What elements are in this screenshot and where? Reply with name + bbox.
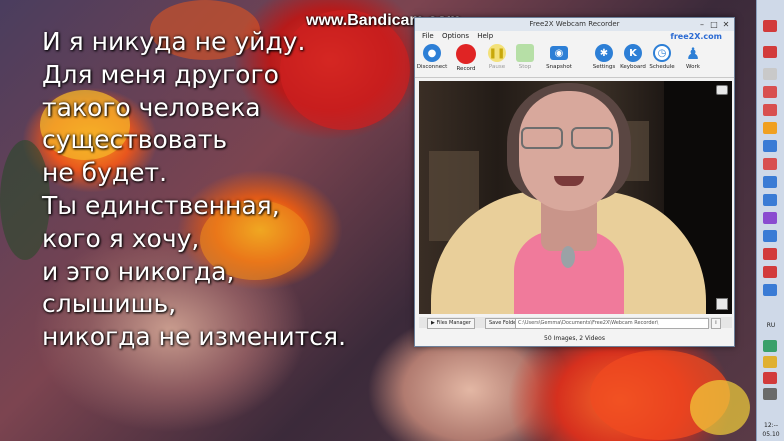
preview-snapshot-button[interactable] [716,85,728,95]
app-icon[interactable] [763,122,777,134]
lyrics-line: кого я хочу, [42,223,200,253]
app-icon[interactable] [763,68,777,80]
app-icon[interactable] [763,86,777,98]
keyboard-button[interactable]: K Keyboard [617,44,649,70]
flower-decoration [690,380,750,435]
lyrics-line: Для меня другого [42,59,279,89]
person-icon: ♟ [685,43,701,63]
record-button[interactable]: Record [450,44,482,72]
app-icon[interactable] [763,230,777,242]
tray-icon[interactable] [763,372,777,384]
language-indicator[interactable]: RU [759,322,783,329]
keyboard-icon: K [624,44,642,62]
app-icon[interactable] [763,46,777,58]
stop-icon [516,44,534,62]
app-icon[interactable] [763,194,777,206]
taskbar: RU 12:-- 05.10 [756,0,784,441]
necklace [561,246,575,268]
record-icon [456,44,476,64]
app-icon[interactable] [763,266,777,278]
app-icon[interactable] [763,140,777,152]
webcam-icon: ● [423,44,441,62]
date: 05.10 [762,431,780,438]
settings-button[interactable]: ✱ Settings [588,44,620,70]
lyrics-line: существовать [42,125,228,155]
lyrics-line: не будет. [42,158,168,188]
files-manager-button[interactable]: ▶ Files Manager [427,318,475,329]
info-icon[interactable]: i [711,318,721,329]
app-icon[interactable] [763,212,777,224]
schedule-button[interactable]: ◷ Schedule [646,44,678,70]
lyrics-line: слышишь, [42,289,177,319]
window-titlebar[interactable]: Free2X Webcam Recorder – □ ✕ [415,18,734,31]
schedule-label: Schedule [649,64,675,70]
webcam-recorder-window: Free2X Webcam Recorder – □ ✕ File Option… [414,17,735,347]
tray-icon[interactable] [763,340,777,352]
window-title: Free2X Webcam Recorder [529,20,620,28]
lyrics-line: и это никогда, [42,256,235,286]
tray-icon[interactable] [763,388,777,400]
work-button[interactable]: ♟ Work [677,43,709,71]
glasses [571,127,613,149]
person-face [519,91,619,211]
webcam-preview[interactable] [419,81,732,314]
status-bar: 50 Images, 2 Videos [544,335,605,342]
app-icon[interactable] [763,104,777,116]
work-label: Work [686,64,700,70]
pause-icon: ❚❚ [488,44,506,62]
app-icon[interactable] [763,284,777,296]
snapshot-label: Snapshot [546,64,572,70]
stop-button[interactable]: Stop [509,44,541,70]
stop-label: Stop [518,64,532,70]
menu-options[interactable]: Options [442,32,469,40]
save-folder-label: Save Folder [489,320,519,326]
app-icon[interactable] [763,158,777,170]
lyrics-line: никогда не изменится. [42,322,347,352]
gear-icon: ✱ [595,44,613,62]
menu-file[interactable]: File [422,32,434,40]
settings-label: Settings [592,64,616,70]
save-path-field[interactable]: C:\Users\Gemma\Documents\Free2X\Webcam R… [515,318,709,329]
menu-help[interactable]: Help [477,32,493,40]
clock[interactable]: 12:-- [759,422,783,429]
toolbar: ● Disconnect Record ❚❚ Pause Stop ◉ Snap… [415,42,734,78]
minimize-button[interactable]: – [696,18,708,31]
lyrics-line: И я никуда не уйду. [42,27,306,56]
menu-bar: File Options Help free2X.com [415,31,734,42]
record-label: Record [456,66,476,72]
brand-link[interactable]: free2X.com [670,31,722,42]
file-bar: ▶ Files Manager Save Folder C:\Users\Gem… [419,317,732,329]
keyboard-label: Keyboard [620,64,646,70]
app-icon[interactable] [763,176,777,188]
tray-icon[interactable] [763,356,777,368]
maximize-button[interactable]: □ [708,18,720,31]
glasses [521,127,563,149]
clock-icon: ◷ [653,44,671,62]
files-manager-label: Files Manager [436,320,471,326]
lyrics-line: такого человека [42,92,261,122]
app-icon[interactable] [763,248,777,260]
close-button[interactable]: ✕ [720,18,732,31]
preview-resize-button[interactable] [716,298,728,310]
lyrics-overlay: И я никуда не уйду. Для меня другого так… [42,26,422,354]
disconnect-label: Disconnect [416,64,448,70]
lyrics-line: Ты единственная, [42,190,280,220]
disconnect-button[interactable]: ● Disconnect [416,44,448,70]
snapshot-button[interactable]: ◉ Snapshot [543,44,575,70]
camera-icon: ◉ [550,46,568,60]
app-icon[interactable] [763,20,777,32]
